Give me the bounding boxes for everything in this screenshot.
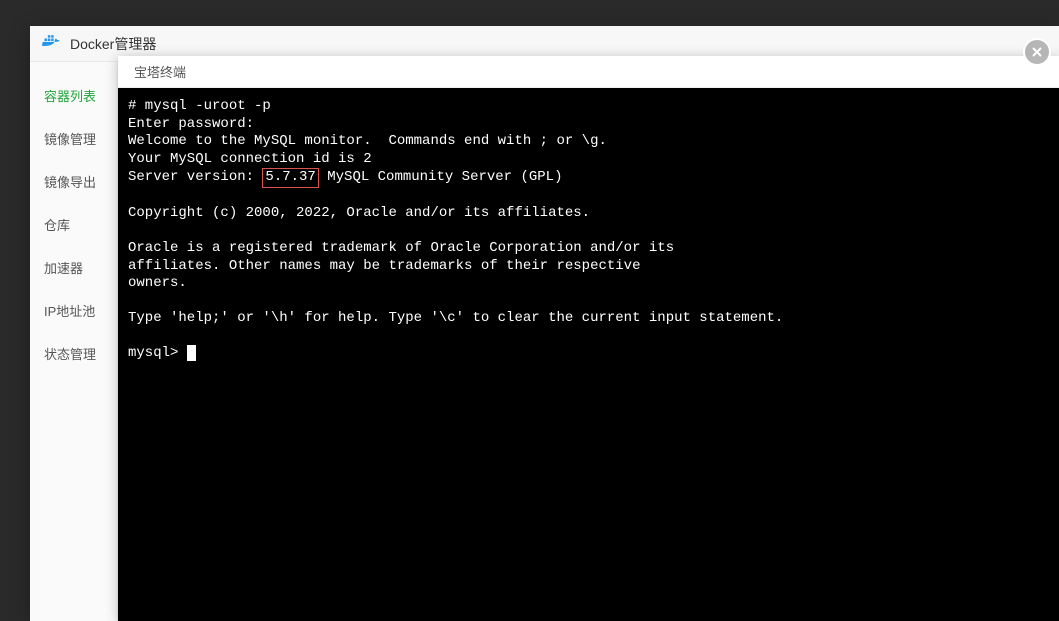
sidebar-item-status[interactable]: 状态管理 xyxy=(30,332,117,375)
version-highlight: 5.7.37 xyxy=(262,168,318,188)
terminal-line: Copyright (c) 2000, 2022, Oracle and/or … xyxy=(128,205,590,221)
terminal-line: # mysql -uroot -p xyxy=(128,98,271,114)
sidebar-item-export[interactable]: 镜像导出 xyxy=(30,160,117,203)
terminal-line: Server version: xyxy=(128,169,262,185)
sidebar-item-images[interactable]: 镜像管理 xyxy=(30,117,117,160)
terminal-line: Welcome to the MySQL monitor. Commands e… xyxy=(128,133,607,149)
modal-title: Docker管理器 xyxy=(70,34,156,54)
terminal-output[interactable]: # mysql -uroot -p Enter password: Welcom… xyxy=(118,88,1059,621)
terminal-line: Your MySQL connection id is 2 xyxy=(128,151,372,167)
terminal-line: Type 'help;' or '\h' for help. Type '\c'… xyxy=(128,310,783,326)
terminal-line: MySQL Community Server (GPL) xyxy=(319,169,563,185)
close-button[interactable] xyxy=(1023,38,1051,66)
terminal-modal: 宝塔终端 # mysql -uroot -p Enter password: W… xyxy=(118,56,1059,621)
terminal-line: owners. xyxy=(128,275,187,291)
terminal-line: Oracle is a registered trademark of Orac… xyxy=(128,240,674,256)
docker-icon xyxy=(42,33,62,54)
terminal-cursor xyxy=(187,345,196,361)
sidebar-item-registry[interactable]: 仓库 xyxy=(30,203,117,246)
close-icon xyxy=(1030,45,1044,59)
terminal-line: Enter password: xyxy=(128,116,254,132)
terminal-prompt: mysql> xyxy=(128,345,187,361)
sidebar-item-containers[interactable]: 容器列表 xyxy=(30,74,117,117)
sidebar-item-ip-pool[interactable]: IP地址池 xyxy=(30,289,117,332)
terminal-title: 宝塔终端 xyxy=(118,56,1059,88)
sidebar: 容器列表 镜像管理 镜像导出 仓库 加速器 IP地址池 状态管理 xyxy=(30,62,118,621)
sidebar-item-accelerator[interactable]: 加速器 xyxy=(30,246,117,289)
terminal-line: affiliates. Other names may be trademark… xyxy=(128,258,640,274)
